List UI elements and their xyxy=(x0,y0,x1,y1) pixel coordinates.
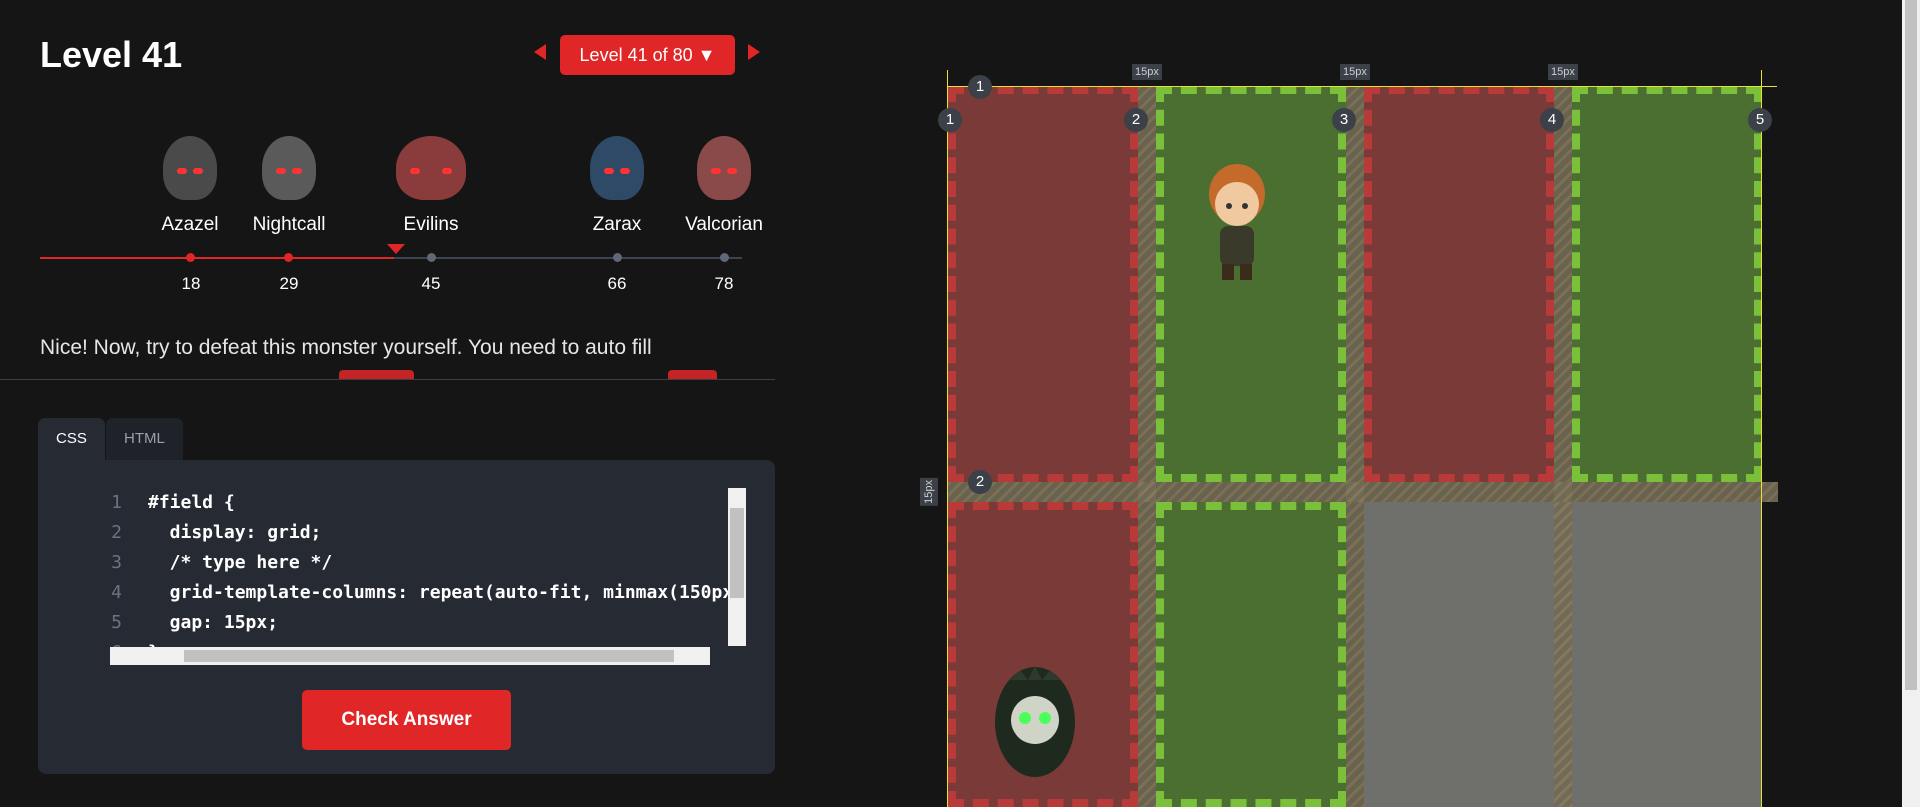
monster-nightcall: Nightcall xyxy=(229,136,349,236)
grid-column-number: 3 xyxy=(1332,108,1356,132)
grid-cell-green xyxy=(1572,86,1762,482)
timeline-dot[interactable] xyxy=(284,253,293,262)
monster-evilins-icon xyxy=(396,136,466,200)
monster-name: Nightcall xyxy=(252,214,326,235)
tab-css[interactable]: CSS xyxy=(38,418,105,460)
level-select-dropdown[interactable]: Level 41 of 80 ▼ xyxy=(560,35,735,75)
scrollbar-thumb[interactable] xyxy=(184,650,674,662)
monster-name: Evilins xyxy=(403,214,459,235)
monster-valcorian: Valcorian xyxy=(664,136,784,236)
grid-cell-red xyxy=(1364,86,1554,482)
timeline-dot[interactable] xyxy=(720,253,729,262)
monster-zarax-icon xyxy=(590,136,644,200)
grid-column-number: 5 xyxy=(1748,108,1772,132)
monster-azazel-icon xyxy=(163,136,217,200)
monster-zarax: Zarax xyxy=(557,136,677,236)
line-number: 5 xyxy=(111,612,122,633)
monster-evilins: Evilins xyxy=(371,136,491,236)
page-scrollbar[interactable] xyxy=(1902,0,1920,807)
timeline-level-number: 66 xyxy=(607,274,627,293)
timeline-level-number: 18 xyxy=(181,274,201,293)
grid-column-number: 1 xyxy=(938,108,962,132)
grid-guide-line xyxy=(1761,70,1762,807)
divider xyxy=(0,379,775,380)
code-line[interactable]: /* type here */ xyxy=(148,548,748,578)
left-panel: Level 41 Level 41 of 80 ▼ Azazel Nightca… xyxy=(0,0,775,807)
enemy-monster-icon xyxy=(990,662,1080,782)
grid-column-number: 2 xyxy=(1124,108,1148,132)
grid-row-number: 2 xyxy=(968,470,992,494)
player-character-icon xyxy=(1202,154,1272,284)
code-line[interactable]: #field { xyxy=(148,488,748,518)
next-level-arrow-icon[interactable] xyxy=(748,44,760,60)
grid-gap xyxy=(1346,86,1364,807)
current-level-marker-icon xyxy=(387,244,405,254)
grid-column-number: 4 xyxy=(1540,108,1564,132)
scrollbar-thumb[interactable] xyxy=(1905,0,1917,690)
grid-guide-line xyxy=(947,86,1777,87)
timeline-dot[interactable] xyxy=(613,253,622,262)
level-progress-timeline xyxy=(40,253,742,262)
code-text-area[interactable]: #field { display: grid; /* type here */ … xyxy=(148,488,748,668)
page-title: Level 41 xyxy=(40,34,183,75)
code-editor[interactable]: 1 2 3 4 5 6 #field { display: grid; /* t… xyxy=(72,488,748,668)
timeline-level-number: 29 xyxy=(279,274,299,293)
line-number: 4 xyxy=(111,582,122,603)
previous-level-arrow-icon[interactable] xyxy=(534,44,546,60)
editor-vertical-scrollbar[interactable] xyxy=(728,488,746,646)
timeline-level-number: 78 xyxy=(714,274,734,293)
line-number: 1 xyxy=(111,492,122,513)
instruction-text: Nice! Now, try to defeat this monster yo… xyxy=(40,336,652,359)
game-field-grid xyxy=(948,86,1778,807)
monster-name: Zarax xyxy=(592,214,642,235)
gap-size-label: 15px xyxy=(920,478,938,506)
editor-horizontal-scrollbar[interactable] xyxy=(110,647,710,665)
scrollbar-thumb[interactable] xyxy=(730,508,744,598)
timeline-dot[interactable] xyxy=(186,253,195,262)
timeline-progress-fill xyxy=(40,257,394,259)
grid-row-number: 1 xyxy=(968,75,992,99)
monster-name: Valcorian xyxy=(685,214,763,235)
grid-cell-green xyxy=(1156,502,1346,807)
gap-size-label: 15px xyxy=(1548,64,1578,80)
editor-panel: 1 2 3 4 5 6 #field { display: grid; /* t… xyxy=(38,460,775,774)
line-number-gutter: 1 2 3 4 5 6 xyxy=(72,488,122,668)
timeline-dot[interactable] xyxy=(427,253,436,262)
gap-size-label: 15px xyxy=(1132,64,1162,80)
grid-guide-line xyxy=(947,70,948,807)
timeline-level-number: 45 xyxy=(421,274,441,293)
code-line[interactable]: grid-template-columns: repeat(auto-fit, … xyxy=(148,578,748,608)
line-number: 3 xyxy=(111,552,122,573)
check-answer-button[interactable]: Check Answer xyxy=(302,690,511,750)
monster-valcorian-icon xyxy=(697,136,751,200)
code-line[interactable]: display: grid; xyxy=(148,518,748,548)
gap-size-label: 15px xyxy=(1340,64,1370,80)
line-number: 2 xyxy=(111,522,122,543)
tab-html[interactable]: HTML xyxy=(106,418,183,460)
grid-gap xyxy=(1554,86,1572,807)
monster-nightcall-icon xyxy=(262,136,316,200)
grid-cell-red xyxy=(948,86,1138,482)
code-line[interactable]: gap: 15px; xyxy=(148,608,748,638)
grid-gap xyxy=(1138,86,1156,807)
grid-gap xyxy=(948,482,1778,502)
